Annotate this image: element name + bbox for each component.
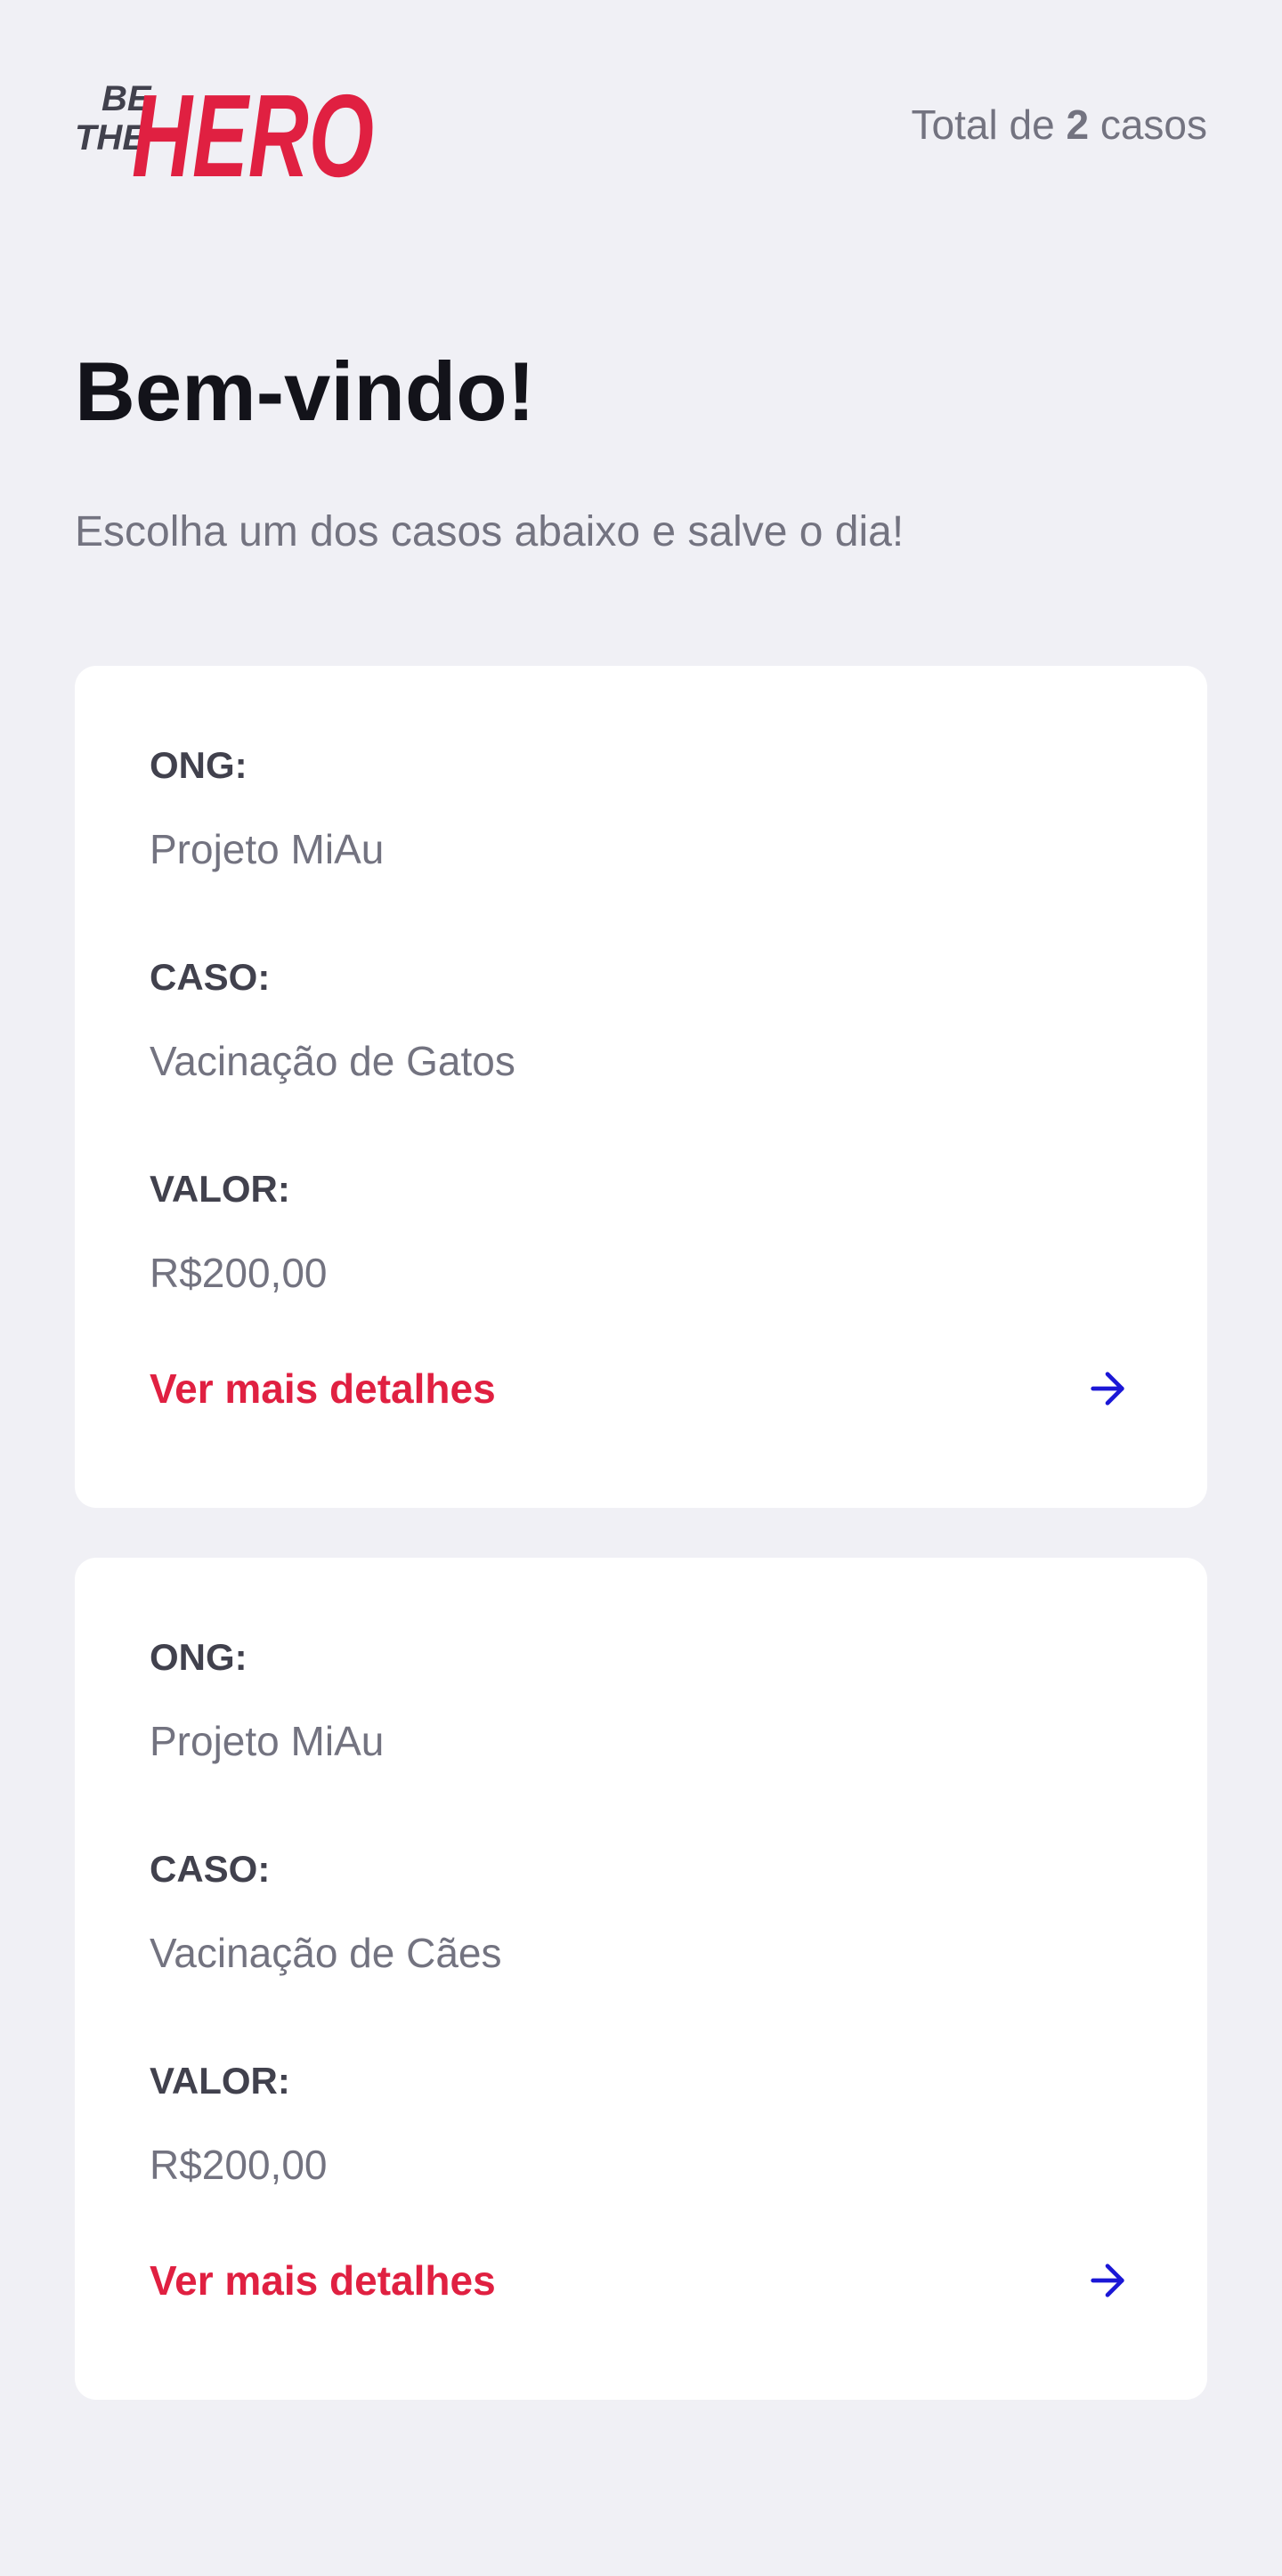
ong-value: Projeto MiAu	[150, 826, 385, 872]
total-cases-count: Total de 2 casos	[912, 98, 1207, 151]
case-label: CASO:	[150, 1848, 271, 1890]
ong-value: Projeto MiAu	[150, 1718, 385, 1764]
header: BE THE HERO Total de 2 casos	[75, 0, 1207, 249]
view-details-label: Ver mais detalhes	[150, 1365, 496, 1412]
view-details-label: Ver mais detalhes	[150, 2257, 496, 2304]
case-value: Vacinação de Cães	[150, 1930, 502, 1976]
value-amount: R$200,00	[150, 1250, 328, 1296]
view-details-link[interactable]: Ver mais detalhes	[150, 1357, 1132, 1419]
page-title: Bem-vindo!	[75, 344, 535, 438]
view-details-link[interactable]: Ver mais detalhes	[150, 2248, 1132, 2311]
value-label: VALOR:	[150, 2060, 290, 2102]
be-the-hero-logo: BE THE HERO	[75, 70, 374, 190]
case-value: Vacinação de Gatos	[150, 1038, 515, 1084]
ong-label: ONG:	[150, 1636, 247, 1678]
page-subtitle: Escolha um dos casos abaixo e salve o di…	[75, 508, 905, 555]
svg-text:HERO: HERO	[132, 70, 374, 190]
value-amount: R$200,00	[150, 2142, 328, 2188]
arrow-right-icon[interactable]	[1083, 1364, 1132, 1414]
ong-label: ONG:	[150, 744, 247, 786]
total-suffix: casos	[1089, 101, 1207, 148]
case-card: ONG: Projeto MiAu CASO: Vacinação de Cãe…	[75, 1558, 1207, 2400]
value-label: VALOR:	[150, 1168, 290, 1210]
total-prefix: Total de	[911, 101, 1067, 148]
case-card: ONG: Projeto MiAu CASO: Vacinação de Gat…	[75, 666, 1207, 1508]
arrow-right-icon[interactable]	[1083, 2256, 1132, 2305]
total-number: 2	[1066, 101, 1090, 148]
case-label: CASO:	[150, 956, 271, 998]
page: BE THE HERO Total de 2 casos Bem-vindo! …	[75, 0, 1207, 2400]
